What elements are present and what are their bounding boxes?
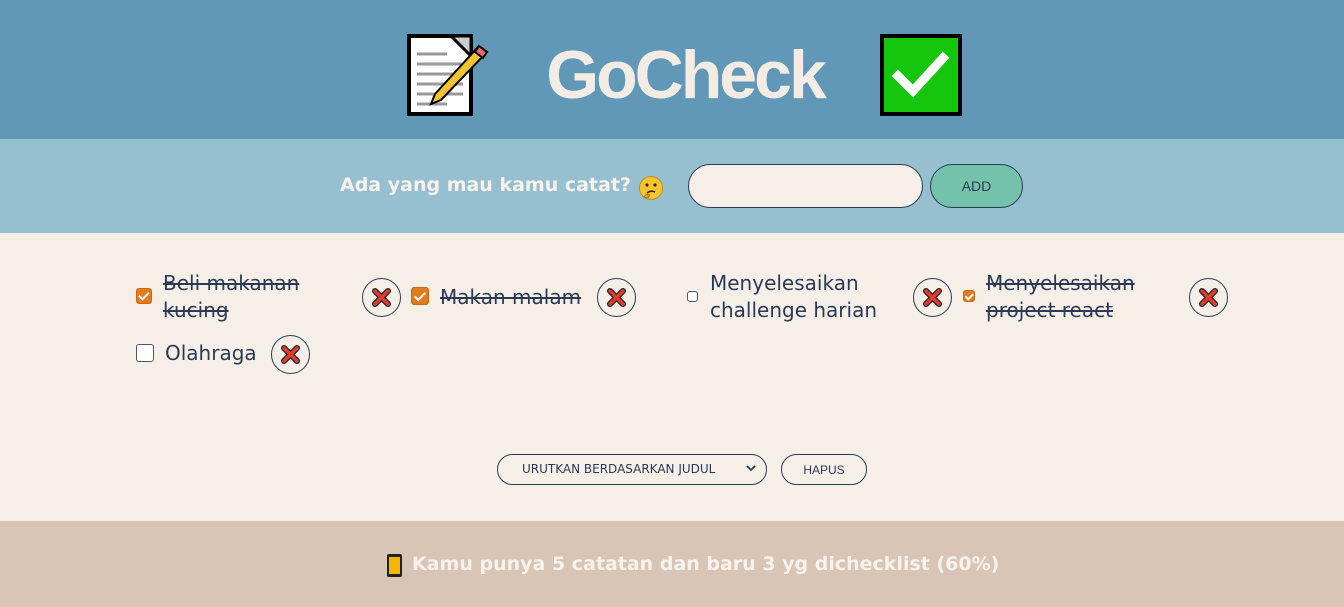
todo-checkbox[interactable] — [687, 291, 698, 302]
footer-stats: Kamu punya 5 catatan dan baru 3 yg diche… — [412, 553, 1000, 575]
todo-checkbox[interactable] — [136, 344, 154, 362]
delete-button[interactable] — [362, 278, 401, 317]
add-todo-bar — [0, 139, 1344, 233]
todo-text: Menyelesaikan challenge harian — [710, 271, 878, 322]
logo: GoCheck — [0, 0, 1344, 139]
hapus-button[interactable]: HAPUS — [781, 454, 867, 485]
todo-text: Makan malam — [440, 285, 582, 309]
chevron-down-icon — [746, 465, 756, 472]
delete-button[interactable] — [271, 335, 310, 374]
todo-input[interactable] — [688, 164, 923, 208]
delete-button[interactable] — [597, 278, 636, 317]
todo-checkbox[interactable] — [963, 290, 975, 302]
memo-icon — [407, 34, 489, 116]
cross-mark-icon — [1199, 288, 1218, 307]
todo-checkbox[interactable] — [136, 288, 152, 304]
delete-button[interactable] — [913, 278, 952, 317]
cross-mark-icon — [923, 288, 942, 307]
sort-select[interactable]: URUTKAN BERDASARKAN JUDUL — [497, 454, 767, 485]
app-title: GoCheck — [546, 37, 827, 113]
add-button[interactable]: ADD — [930, 164, 1023, 208]
add-todo-prompt: Ada yang mau kamu catat? — [340, 174, 631, 196]
thinking-face-icon — [639, 176, 663, 200]
todo-text: Olahraga — [165, 341, 257, 365]
cross-mark-icon — [281, 345, 300, 364]
cross-mark-icon — [607, 288, 626, 307]
cross-mark-icon — [372, 288, 391, 307]
check-mark-icon — [880, 34, 962, 116]
todo-text: Beli makanan kucing — [163, 271, 300, 322]
delete-button[interactable] — [1189, 278, 1228, 317]
todo-text: Menyelesaikan project react — [986, 271, 1135, 322]
mobile-phone-icon — [387, 554, 402, 577]
todo-checkbox[interactable] — [411, 287, 429, 305]
